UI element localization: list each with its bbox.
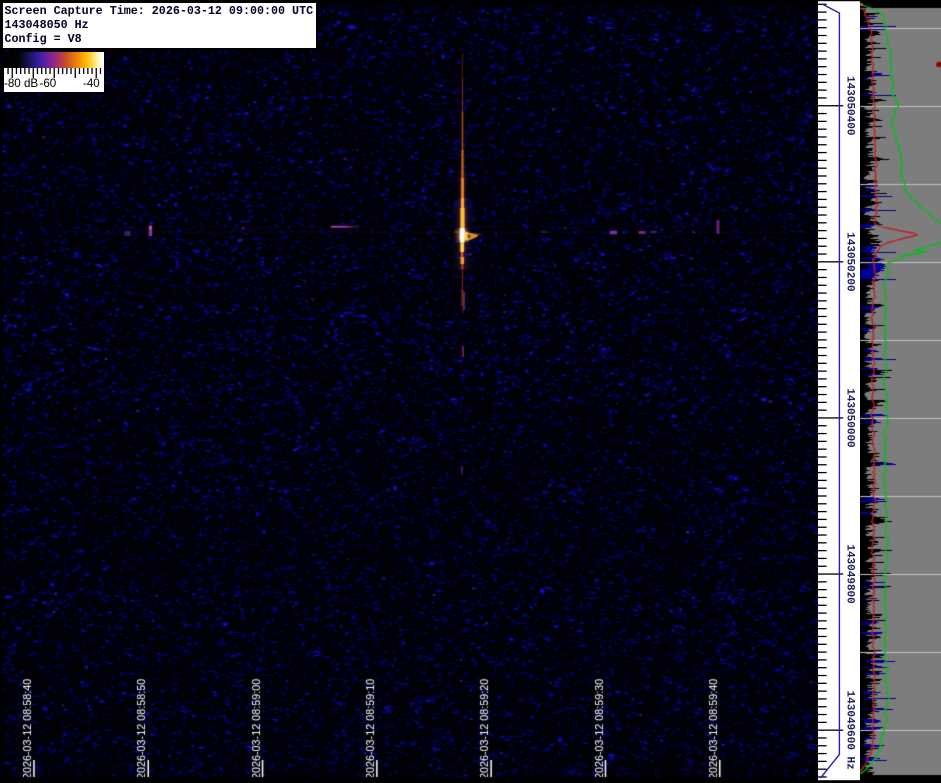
svg-text:143049800: 143049800	[843, 544, 855, 603]
svg-text:143050200: 143050200	[843, 232, 855, 291]
svg-text:143050000: 143050000	[843, 388, 855, 447]
svg-text:143050400: 143050400	[843, 76, 855, 135]
svg-text:143049600 Hz: 143049600 Hz	[843, 691, 855, 770]
